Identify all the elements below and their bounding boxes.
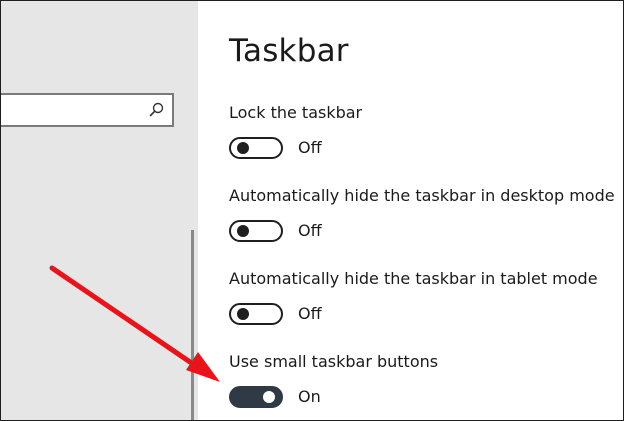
setting-small-buttons: Use small taskbar buttons On — [229, 352, 438, 412]
toggle-state-label: Off — [298, 221, 322, 240]
toggle-knob — [237, 308, 249, 320]
setting-autohide-tablet: Automatically hide the taskbar in tablet… — [229, 269, 598, 329]
toggle-state-label: On — [298, 387, 321, 406]
setting-label: Use small taskbar buttons — [229, 352, 439, 371]
setting-label: Automatically hide the taskbar in tablet… — [229, 269, 598, 288]
setting-autohide-desktop: Automatically hide the taskbar in deskto… — [229, 186, 615, 246]
page-title: Taskbar — [229, 33, 349, 69]
settings-window: Taskbar Lock the taskbar Off Automatical… — [0, 0, 624, 421]
autohide-tablet-toggle[interactable] — [229, 303, 283, 325]
setting-lock-taskbar: Lock the taskbar Off — [229, 103, 362, 163]
small-buttons-toggle[interactable] — [229, 386, 283, 408]
lock-taskbar-toggle[interactable] — [229, 137, 283, 159]
toggle-state-label: Off — [298, 138, 322, 157]
toggle-knob — [237, 225, 249, 237]
setting-label: Lock the taskbar — [229, 103, 363, 122]
toggle-knob — [263, 391, 275, 403]
search-icon[interactable] — [148, 101, 166, 119]
setting-label: Automatically hide the taskbar in deskto… — [229, 186, 615, 205]
navigation-scrollbar[interactable] — [191, 230, 194, 420]
toggle-state-label: Off — [298, 304, 322, 323]
toggle-knob — [237, 142, 249, 154]
search-input[interactable] — [1, 93, 174, 127]
autohide-desktop-toggle[interactable] — [229, 220, 283, 242]
navigation-pane — [1, 1, 198, 420]
